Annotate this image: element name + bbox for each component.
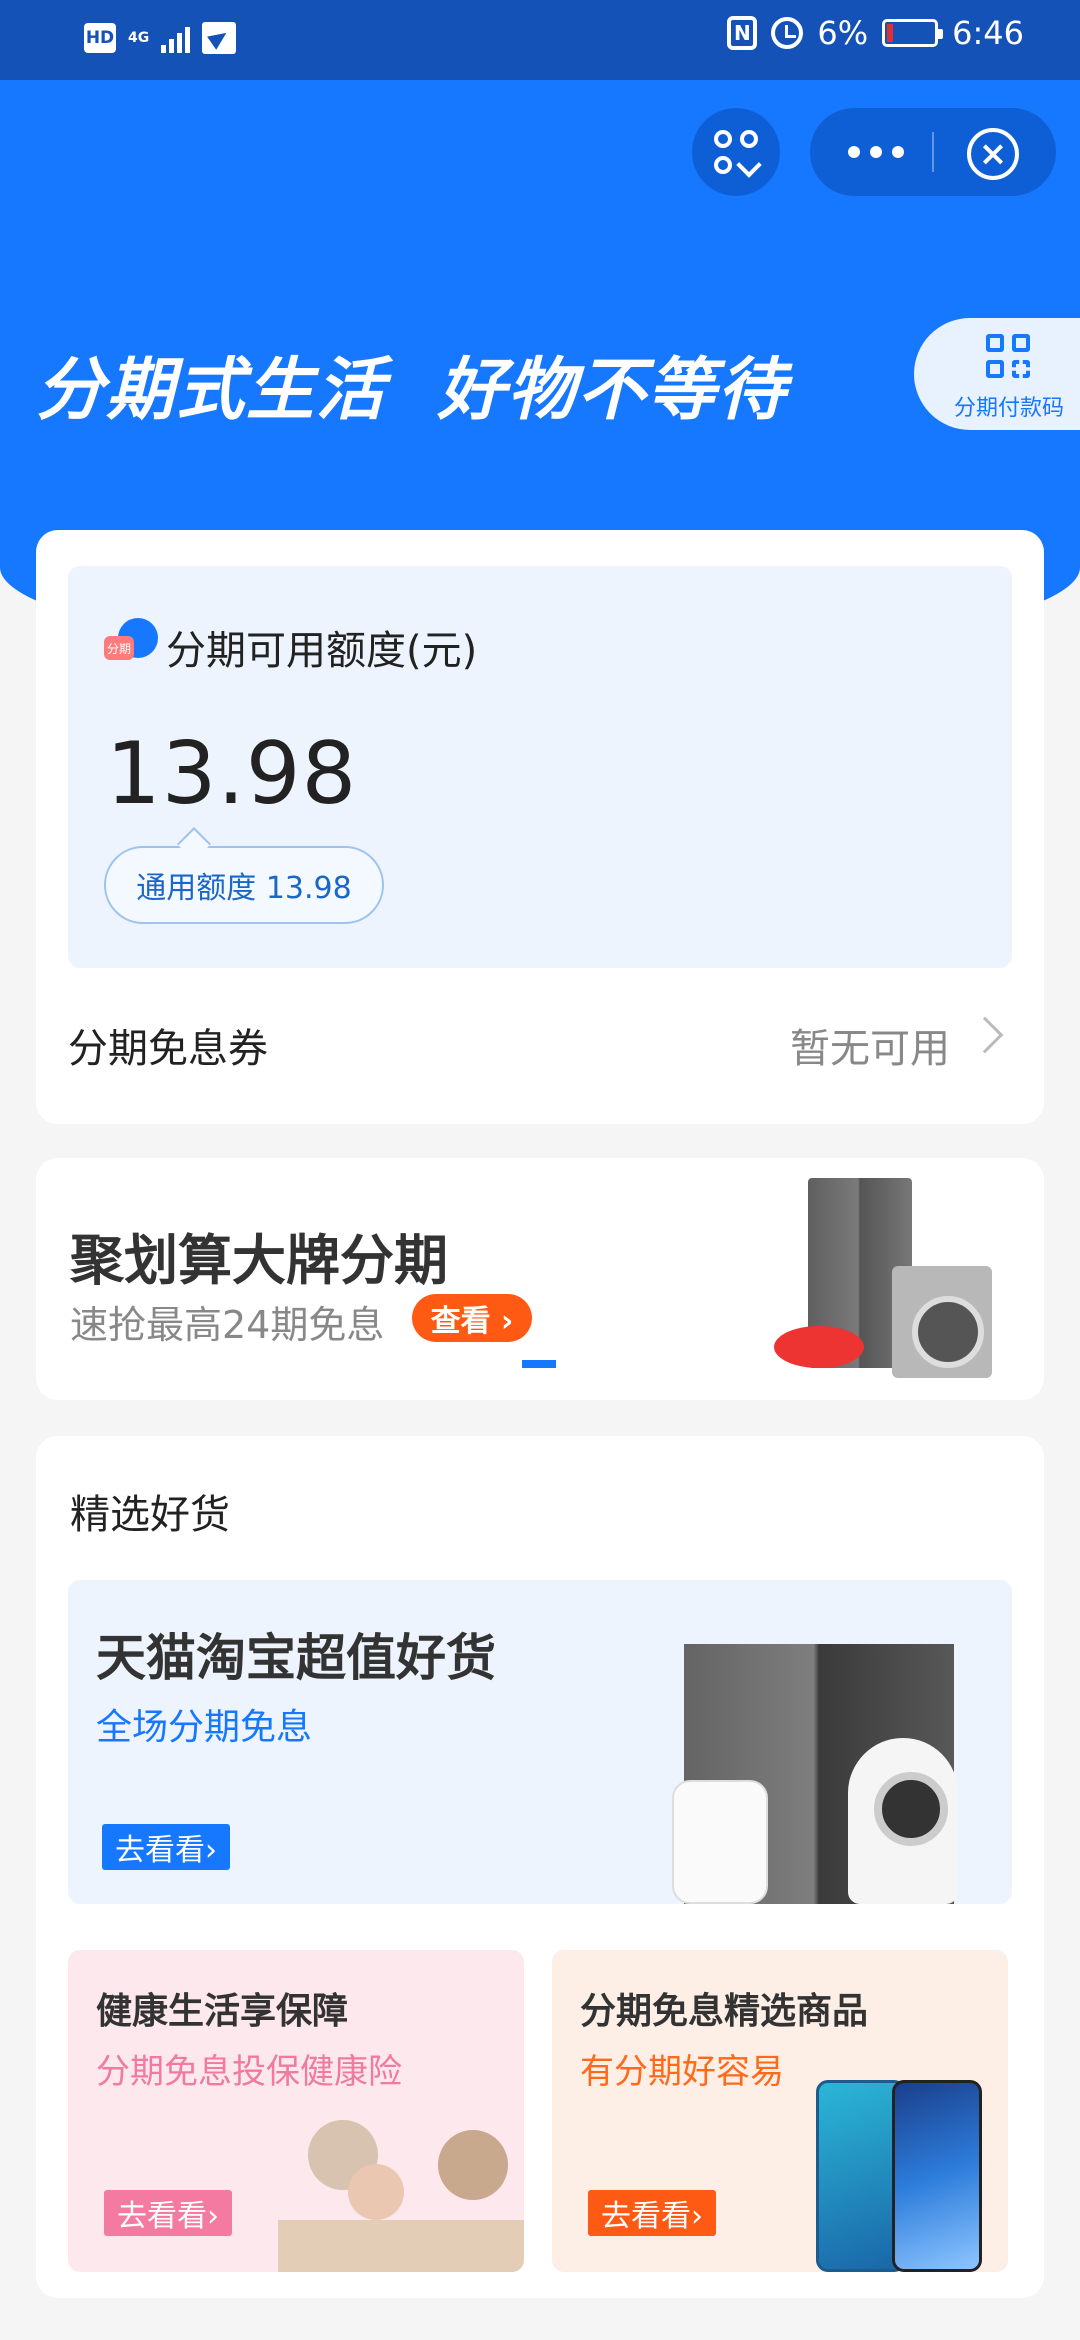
credit-title: 分期可用额度(元) xyxy=(166,628,478,674)
pay-code-label: 分期付款码 xyxy=(954,396,1065,421)
banner-title: 聚划算大牌分期 xyxy=(70,1229,448,1292)
camera-image xyxy=(848,1738,958,1904)
logo-label: 分期 xyxy=(104,636,134,660)
qr-code-icon xyxy=(986,334,1034,382)
miniapp-capsule: × xyxy=(810,108,1056,196)
signal-icon xyxy=(161,23,191,53)
general-quota-badge: 通用额度 13.98 xyxy=(104,846,384,924)
hero-slogan: 分期式生活 好物不等待 xyxy=(36,351,788,430)
goods-section: 精选好货 天猫淘宝超值好货 全场分期免息 去看看› 健康生活享保障 分期免息投保… xyxy=(36,1436,1044,2298)
coupon-label: 分期免息券 xyxy=(68,1026,268,1072)
close-icon: × xyxy=(978,134,1008,174)
health-card-title: 健康生活享保障 xyxy=(96,1991,349,2032)
robot-vacuum-image xyxy=(774,1326,864,1368)
scan-icon xyxy=(714,130,762,178)
installment-logo-icon: 分期 xyxy=(104,618,160,666)
more-button[interactable] xyxy=(848,146,904,158)
clock: 6:46 xyxy=(952,14,1024,52)
capsule-divider xyxy=(932,132,934,172)
goods-go-see-button[interactable]: 去看看› xyxy=(588,2190,716,2236)
alarm-icon xyxy=(771,17,804,49)
tmall-goods-banner[interactable]: 天猫淘宝超值好货 全场分期免息 去看看› xyxy=(68,1580,1012,1904)
battery-icon xyxy=(882,19,944,47)
credit-amount: 13.98 xyxy=(106,724,358,824)
selected-goods-card[interactable]: 分期免息精选商品 有分期好容易 去看看› xyxy=(552,1950,1008,2272)
health-card-subtitle: 分期免息投保健康险 xyxy=(96,2052,402,2092)
goods-main-subtitle: 全场分期免息 xyxy=(96,1707,313,1748)
status-left: HD 4G xyxy=(84,22,237,54)
telegram-icon xyxy=(202,22,237,54)
pay-code-button[interactable]: 分期付款码 xyxy=(914,318,1080,430)
view-button[interactable]: 查看 › xyxy=(412,1294,532,1342)
promo-banner[interactable]: 聚划算大牌分期 速抢最高24期免息 查看 › xyxy=(36,1158,1044,1400)
hd-icon: HD xyxy=(84,23,116,53)
health-insurance-card[interactable]: 健康生活享保障 分期免息投保健康险 去看看› xyxy=(68,1950,524,2272)
coupon-value: 暂无可用 xyxy=(790,1026,950,1072)
status-bar: HD 4G N 6% 6:46 xyxy=(0,0,1080,80)
network-type: 4G xyxy=(128,30,150,46)
go-see-button[interactable]: 去看看› xyxy=(102,1824,230,1870)
goods-main-title: 天猫淘宝超值好货 xyxy=(96,1629,496,1687)
battery-percent: 6% xyxy=(817,14,869,52)
goods-card-subtitle: 有分期好容易 xyxy=(580,2052,784,2092)
coupon-row[interactable]: 分期免息券 暂无可用 xyxy=(68,988,1012,1094)
phone-image xyxy=(892,2080,982,2272)
airpods-image xyxy=(672,1780,768,1904)
goods-card-title: 分期免息精选商品 xyxy=(580,1991,869,2032)
banner-subtitle: 速抢最高24期免息 xyxy=(70,1303,385,1347)
nfc-icon: N xyxy=(727,16,758,50)
health-go-see-button[interactable]: 去看看› xyxy=(104,2190,232,2236)
washer-image xyxy=(892,1266,992,1378)
credit-panel[interactable]: 分期 分期可用额度(元) 13.98 通用额度 13.98 xyxy=(68,566,1012,968)
chevron-right-icon xyxy=(966,1016,1004,1054)
section-title: 精选好货 xyxy=(70,1492,230,1538)
scan-button[interactable] xyxy=(692,108,780,196)
status-right: N 6% 6:46 xyxy=(727,14,1024,52)
credit-card: 分期 分期可用额度(元) 13.98 通用额度 13.98 分期免息券 暂无可用 xyxy=(36,530,1044,1124)
close-button[interactable]: × xyxy=(967,128,1019,180)
carousel-indicator xyxy=(522,1360,556,1368)
family-image xyxy=(278,2100,524,2272)
